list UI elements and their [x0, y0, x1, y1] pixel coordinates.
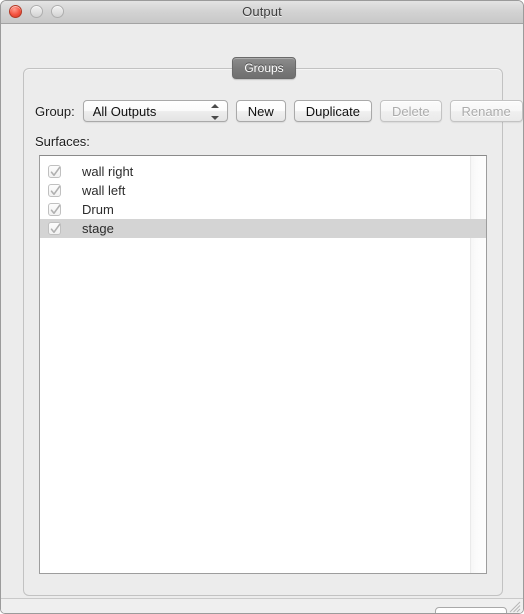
delete-group-button: Delete: [379, 100, 442, 122]
window-title: Output: [242, 4, 282, 19]
window-titlebar[interactable]: Output: [1, 1, 523, 24]
list-item-label: wall right: [82, 164, 134, 179]
chevron-updown-icon: [211, 104, 220, 120]
group-selector-row: Group: All Outputs New Duplicate Delete …: [35, 100, 523, 122]
tab-groups-label: Groups: [244, 61, 284, 75]
surfaces-label: Surfaces:: [35, 134, 90, 149]
window-content: Groups Group: All Outputs New Duplicate …: [1, 24, 523, 613]
tab-groups[interactable]: Groups: [232, 57, 296, 79]
list-item-label: wall left: [82, 183, 126, 198]
checkmark-icon: [50, 204, 61, 214]
checkbox-checked-icon[interactable]: [48, 165, 61, 178]
new-group-button[interactable]: New: [235, 100, 286, 122]
surfaces-list[interactable]: wall right wall left Drum stage: [39, 155, 487, 574]
list-item[interactable]: wall right: [40, 162, 486, 181]
close-button[interactable]: Close: [435, 607, 507, 613]
surfaces-list-rows: wall right wall left Drum stage: [40, 162, 486, 238]
output-window: Output Groups Group: All Outputs New Dup…: [0, 0, 524, 614]
checkbox-checked-icon[interactable]: [48, 203, 61, 216]
checkbox-checked-icon[interactable]: [48, 222, 61, 235]
checkbox-checked-icon[interactable]: [48, 184, 61, 197]
checkmark-icon: [50, 185, 61, 195]
resize-grip-icon[interactable]: [507, 599, 521, 613]
duplicate-group-button[interactable]: Duplicate: [293, 100, 372, 122]
checkmark-icon: [50, 166, 61, 176]
list-item[interactable]: Drum: [40, 200, 486, 219]
rename-group-button: Rename: [449, 100, 523, 122]
group-label: Group:: [35, 103, 75, 119]
list-item[interactable]: stage: [40, 219, 486, 238]
list-item-label: Drum: [82, 202, 114, 217]
list-item[interactable]: wall left: [40, 181, 486, 200]
list-item-label: stage: [82, 221, 114, 236]
group-popup-button[interactable]: All Outputs: [82, 100, 228, 122]
group-popup-value: All Outputs: [92, 103, 157, 119]
checkmark-icon: [50, 223, 61, 233]
